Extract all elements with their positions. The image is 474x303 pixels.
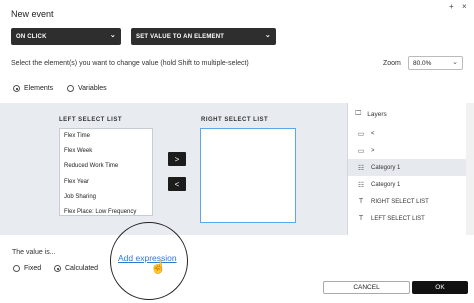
radio-variables[interactable]: Variables xyxy=(67,85,107,92)
layer-label: LEFT SELECT LIST xyxy=(371,215,425,222)
magnifier-highlight xyxy=(110,222,188,300)
move-right-button[interactable]: > xyxy=(168,152,186,166)
text-icon: T xyxy=(358,198,364,205)
layers-title: Layers xyxy=(367,110,387,118)
left-select-list[interactable]: Flex Time Flex Week Reduced Work Time Fl… xyxy=(59,128,153,216)
ok-button[interactable]: OK xyxy=(412,281,468,294)
list-item[interactable]: Flex Time xyxy=(60,129,152,144)
list-icon: ☷ xyxy=(357,164,365,172)
list-item[interactable]: Flex Year xyxy=(60,175,152,190)
chevron-down-icon: ⌄ xyxy=(264,32,271,39)
add-icon[interactable]: + xyxy=(449,2,454,11)
close-icon[interactable]: × xyxy=(462,2,467,11)
chevron-down-icon: ⌄ xyxy=(452,59,458,66)
zoom-label: Zoom xyxy=(383,60,401,67)
layers-header: 🖵 Layers xyxy=(348,103,474,125)
list-icon: ☷ xyxy=(357,181,365,189)
hand-cursor-icon: ☝ xyxy=(150,259,167,274)
radio-calculated-label: Calculated xyxy=(65,265,99,272)
right-select-list[interactable] xyxy=(200,128,296,223)
layer-label: Category 1 xyxy=(371,181,401,188)
layer-item[interactable]: ▭ > xyxy=(348,142,474,159)
layers-scrollbar[interactable] xyxy=(466,103,474,235)
radio-calculated[interactable]: Calculated xyxy=(54,265,98,272)
right-list-heading[interactable]: RIGHT SELECT LIST xyxy=(201,117,268,123)
radio-variables-indicator xyxy=(67,85,74,92)
list-item[interactable]: Flex Place: Low Frequency xyxy=(60,205,152,220)
value-label: The value is... xyxy=(12,249,56,256)
layer-item[interactable]: ☷ Category 1 xyxy=(348,176,474,193)
list-item[interactable]: Reduced Work Time xyxy=(60,159,152,174)
radio-variables-label: Variables xyxy=(78,85,107,92)
radio-elements[interactable]: Elements xyxy=(13,85,53,92)
instruction-text: Select the element(s) you want to change… xyxy=(11,60,249,67)
left-list-heading[interactable]: LEFT SELECT LIST xyxy=(59,117,122,123)
layer-item[interactable]: T RIGHT SELECT LIST xyxy=(348,193,474,210)
zoom-select[interactable]: 80.0% ⌄ xyxy=(408,56,463,70)
layer-item[interactable]: ▭ < xyxy=(348,125,474,142)
layer-label: < xyxy=(371,130,375,137)
list-item[interactable]: Job Sharing xyxy=(60,190,152,205)
action-dropdown[interactable]: SET VALUE TO AN ELEMENT ⌄ xyxy=(131,28,276,45)
layer-label: > xyxy=(371,147,375,154)
radio-fixed-label: Fixed xyxy=(24,265,42,272)
button-icon: ▭ xyxy=(357,130,365,138)
list-item[interactable]: Flex Week xyxy=(60,144,152,159)
move-left-button[interactable]: < xyxy=(168,177,186,191)
trigger-dropdown[interactable]: ON CLICK ⌄ xyxy=(11,28,121,45)
radio-elements-label: Elements xyxy=(24,85,54,92)
chevron-down-icon: ⌄ xyxy=(109,32,116,39)
radio-elements-indicator xyxy=(13,85,20,92)
layers-panel: 🖵 Layers ▭ < ▭ > ☷ Category 1 ☷ Category… xyxy=(347,103,474,235)
layer-item[interactable]: T LEFT SELECT LIST xyxy=(348,210,474,227)
trigger-dropdown-value: ON CLICK xyxy=(16,33,47,40)
layer-item[interactable]: ☷ Category 1 xyxy=(348,159,474,176)
layer-label: RIGHT SELECT LIST xyxy=(371,198,429,205)
button-icon: ▭ xyxy=(357,147,365,155)
action-dropdown-value: SET VALUE TO AN ELEMENT xyxy=(136,33,225,40)
cancel-button[interactable]: CANCEL xyxy=(323,281,410,294)
radio-calculated-indicator xyxy=(54,265,61,272)
layer-label: Category 1 xyxy=(371,164,401,171)
radio-fixed[interactable]: Fixed xyxy=(13,265,41,272)
dialog-title: New event xyxy=(11,9,54,19)
monitor-icon: 🖵 xyxy=(355,110,362,117)
radio-fixed-indicator xyxy=(13,265,20,272)
text-icon: T xyxy=(358,215,364,222)
zoom-value: 80.0% xyxy=(413,59,432,67)
